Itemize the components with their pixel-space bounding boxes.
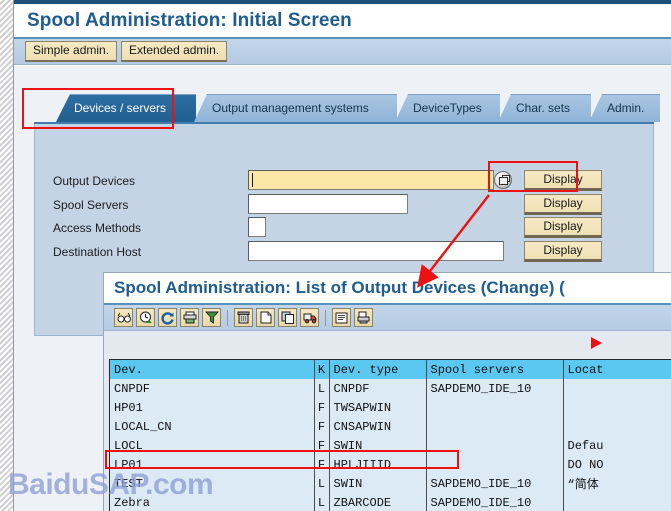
table-row[interactable]: TEST L SWIN SAPDEMO_IDE_10 “简体 (110, 474, 671, 493)
display-spool-servers-button[interactable]: Display (524, 194, 602, 215)
label-access-methods: Access Methods (53, 221, 142, 235)
cell-type: SWIN (329, 474, 427, 493)
cell-spool: SAPDEMO_IDE_10 (426, 493, 564, 511)
table-row[interactable]: CNPDF L CNPDF SAPDEMO_IDE_10 (110, 379, 671, 398)
cell-k: F (314, 436, 330, 455)
table-body: CNPDF L CNPDF SAPDEMO_IDE_10 HP01 F TWSA… (110, 379, 671, 511)
clock-history-icon[interactable] (136, 308, 155, 327)
cell-dev: LOCAL_CN (110, 417, 315, 436)
cell-k: F (314, 417, 330, 436)
cell-location: DO NO (563, 455, 671, 474)
destination-host-input[interactable] (248, 241, 504, 261)
annotation-red-triangle-marker (591, 337, 602, 349)
cell-dev: CNPDF (110, 379, 315, 398)
tab-devicetypes[interactable]: DeviceTypes (395, 94, 500, 122)
cell-type: CNPDF (329, 379, 427, 398)
label-spool-servers: Spool Servers (53, 198, 129, 212)
search-help-icon[interactable] (494, 171, 512, 189)
text-caret (252, 173, 253, 187)
cell-location (563, 417, 671, 436)
table-row[interactable]: LOCAL_CN F CNSAPWIN (110, 417, 671, 436)
cell-spool (426, 417, 564, 436)
cell-k: F (314, 455, 330, 474)
cell-location: “简体 (563, 474, 671, 493)
simple-admin-button[interactable]: Simple admin. (25, 41, 118, 62)
tab-strip: Devices / servers Output management syst… (34, 94, 660, 122)
glasses-display-icon[interactable] (114, 308, 133, 327)
window-left-scroll-strip (0, 0, 14, 511)
cell-k: F (314, 398, 330, 417)
cell-location (563, 398, 671, 417)
delete-trash-icon[interactable] (234, 308, 253, 327)
cell-spool (426, 455, 564, 474)
print-icon[interactable] (180, 308, 199, 327)
cell-spool (426, 436, 564, 455)
tab-char-sets[interactable]: Char. sets (498, 94, 591, 122)
toolbar-separator-2 (325, 309, 326, 326)
cell-dev: LP01 (110, 455, 315, 474)
cell-type: TWSAPWIN (329, 398, 427, 417)
cell-type: ZBARCODE (329, 493, 427, 511)
cell-dev: TEST (110, 474, 315, 493)
cell-type: CNSAPWIN (329, 417, 427, 436)
label-output-devices: Output Devices (53, 174, 136, 188)
transport-truck-icon[interactable] (300, 308, 319, 327)
copy-icon[interactable] (278, 308, 297, 327)
column-header-dev-type[interactable]: Dev. type (329, 360, 427, 379)
table-row[interactable]: LOCL F SWIN Defau (110, 436, 671, 455)
display-output-devices-button[interactable]: Display (524, 170, 602, 191)
tab-admin[interactable]: Admin. (589, 94, 660, 122)
cell-spool: SAPDEMO_IDE_10 (426, 474, 564, 493)
cell-spool (426, 398, 564, 417)
cell-type: SWIN (329, 436, 427, 455)
display-destination-host-button[interactable]: Display (524, 241, 602, 262)
cell-dev: LOCL (110, 436, 315, 455)
application-toolbar: Simple admin. Extended admin. (14, 39, 671, 65)
cell-location: Defau (563, 436, 671, 455)
cell-spool: SAPDEMO_IDE_10 (426, 379, 564, 398)
list-of-output-devices-window: Spool Administration: List of Output Dev… (103, 272, 671, 511)
output-devices-input[interactable] (248, 170, 494, 190)
filter-icon[interactable] (202, 308, 221, 327)
table-row[interactable]: Zebra L ZBARCODE SAPDEMO_IDE_10 (110, 493, 671, 511)
cell-location (563, 493, 671, 511)
cell-dev: HP01 (110, 398, 315, 417)
output-devices-table: Dev. K Dev. type Spool servers Locat CNP… (110, 360, 671, 511)
table-header-row: Dev. K Dev. type Spool servers Locat (110, 360, 671, 379)
output-devices-table-wrapper[interactable]: Dev. K Dev. type Spool servers Locat CNP… (109, 359, 671, 511)
spool-servers-input[interactable] (248, 194, 408, 214)
cell-k: L (314, 474, 330, 493)
new-document-icon[interactable] (256, 308, 275, 327)
display-access-methods-button[interactable]: Display (524, 217, 602, 238)
label-destination-host: Destination Host (53, 245, 142, 259)
list-detail-icon[interactable] (332, 308, 351, 327)
extended-admin-button[interactable]: Extended admin. (121, 41, 228, 62)
column-header-k[interactable]: K (314, 360, 330, 379)
list-window-title: Spool Administration: List of Output Dev… (104, 273, 671, 303)
print-preview-icon[interactable] (354, 308, 373, 327)
cell-k: L (314, 379, 330, 398)
list-application-toolbar (104, 305, 671, 331)
cell-location (563, 379, 671, 398)
cell-dev: Zebra (110, 493, 315, 511)
tab-output-management-systems[interactable]: Output management systems (194, 94, 397, 122)
column-header-dev[interactable]: Dev. (110, 360, 315, 379)
cell-type: HPLJIIID (329, 455, 427, 474)
table-row-highlighted[interactable]: LP01 F HPLJIIID DO NO (110, 455, 671, 474)
cell-k: L (314, 493, 330, 511)
table-row[interactable]: HP01 F TWSAPWIN (110, 398, 671, 417)
toolbar-separator (227, 309, 228, 326)
tab-devices-servers[interactable]: Devices / servers (56, 94, 196, 122)
column-header-spool-servers[interactable]: Spool servers (426, 360, 564, 379)
access-methods-input[interactable] (248, 217, 266, 237)
refresh-icon[interactable] (158, 308, 177, 327)
page-title: Spool Administration: Initial Screen (14, 4, 671, 37)
column-header-location[interactable]: Locat (563, 360, 671, 379)
